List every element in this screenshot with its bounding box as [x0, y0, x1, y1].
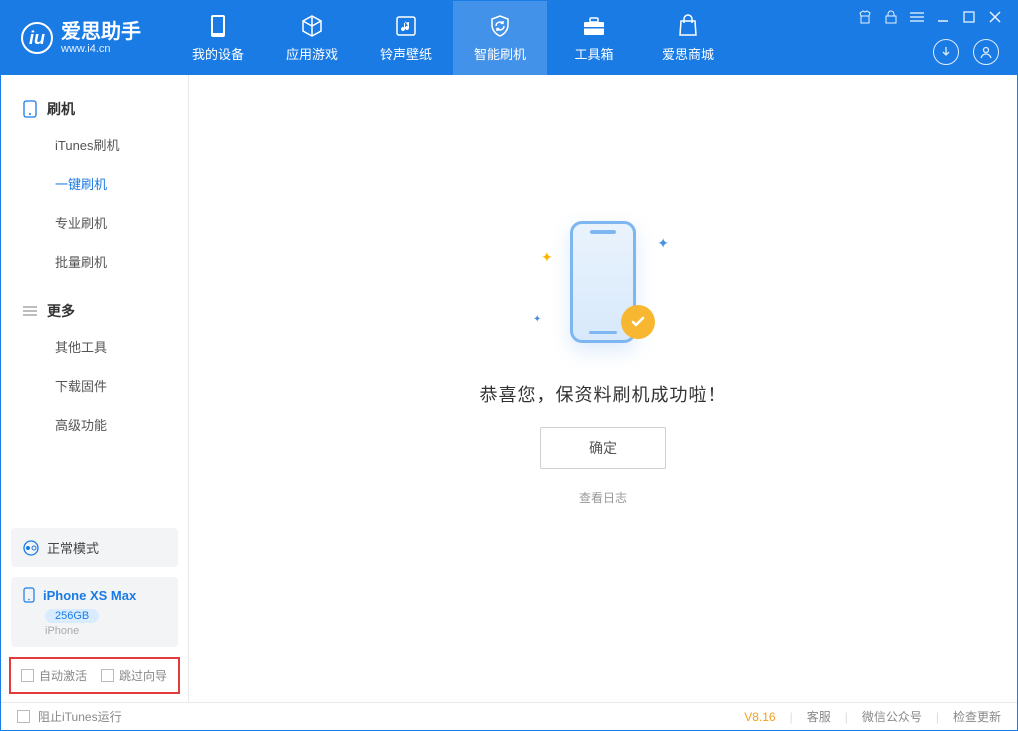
device-panel[interactable]: iPhone XS Max 256GB iPhone: [11, 577, 178, 647]
sidebar-item-itunes-flash[interactable]: iTunes刷机: [1, 125, 188, 164]
view-log-link[interactable]: 查看日志: [579, 489, 627, 506]
status-bar: 阻止iTunes运行 V8.16 | 客服 | 微信公众号 | 检查更新: [1, 702, 1017, 730]
device-type: iPhone: [45, 625, 166, 637]
download-button[interactable]: [933, 39, 959, 65]
toolbox-icon: [582, 14, 606, 38]
main-content: ✦ ✦ ✦ 恭喜您，保资料刷机成功啦！ 确定 查看日志: [189, 75, 1017, 702]
maximize-icon[interactable]: [961, 9, 977, 25]
refresh-shield-icon: [488, 14, 512, 38]
device-capacity: 256GB: [45, 609, 99, 623]
wechat-link[interactable]: 微信公众号: [862, 708, 922, 725]
window-controls: [857, 9, 1003, 25]
check-update-link[interactable]: 检查更新: [953, 708, 1001, 725]
logo-icon: iu: [21, 22, 53, 54]
block-itunes-checkbox[interactable]: 阻止iTunes运行: [17, 708, 122, 725]
phone-icon: [206, 14, 230, 38]
nav-flash[interactable]: 智能刷机: [453, 1, 547, 75]
flash-options: 自动激活 跳过向导: [9, 657, 180, 694]
version-label: V8.16: [744, 710, 775, 724]
sidebar-item-pro-flash[interactable]: 专业刷机: [1, 203, 188, 242]
music-icon: [394, 14, 418, 38]
header: iu 爱思助手 www.i4.cn 我的设备 应用游戏 铃声壁纸 智能刷机 工具…: [1, 1, 1017, 75]
phone-small-icon: [23, 587, 35, 603]
sidebar-item-download-firmware[interactable]: 下载固件: [1, 366, 188, 405]
nav-ringtones[interactable]: 铃声壁纸: [359, 1, 453, 75]
header-actions: [933, 39, 999, 65]
success-message: 恭喜您，保资料刷机成功啦！: [480, 381, 727, 407]
mode-icon: [23, 540, 39, 556]
sidebar-item-batch-flash[interactable]: 批量刷机: [1, 242, 188, 281]
skip-guide-checkbox[interactable]: 跳过向导: [101, 667, 167, 684]
auto-activate-checkbox[interactable]: 自动激活: [21, 667, 87, 684]
device-name: iPhone XS Max: [23, 587, 166, 603]
minimize-icon[interactable]: [935, 9, 951, 25]
shirt-icon[interactable]: [857, 9, 873, 25]
sidebar: 刷机 iTunes刷机 一键刷机 专业刷机 批量刷机 更多 其他工具 下载固件 …: [1, 75, 189, 702]
main-nav: 我的设备 应用游戏 铃声壁纸 智能刷机 工具箱 爱思商城: [171, 1, 735, 75]
sidebar-item-oneclick-flash[interactable]: 一键刷机: [1, 164, 188, 203]
bag-icon: [676, 14, 700, 38]
nav-my-device[interactable]: 我的设备: [171, 1, 265, 75]
cube-icon: [300, 14, 324, 38]
app-logo: iu 爱思助手 www.i4.cn: [21, 21, 141, 55]
list-icon: [23, 304, 37, 318]
close-icon[interactable]: [987, 9, 1003, 25]
mode-indicator[interactable]: 正常模式: [11, 528, 178, 567]
sidebar-item-other-tools[interactable]: 其他工具: [1, 327, 188, 366]
sparkle-icon: ✦: [533, 314, 541, 325]
app-subtitle: www.i4.cn: [61, 43, 141, 55]
sparkle-icon: ✦: [657, 235, 669, 252]
lock-icon[interactable]: [883, 9, 899, 25]
support-link[interactable]: 客服: [807, 708, 831, 725]
nav-toolbox[interactable]: 工具箱: [547, 1, 641, 75]
user-button[interactable]: [973, 39, 999, 65]
success-illustration: ✦ ✦ ✦: [523, 211, 683, 361]
check-badge-icon: [621, 305, 655, 339]
app-title: 爱思助手: [61, 21, 141, 43]
nav-store[interactable]: 爱思商城: [641, 1, 735, 75]
sidebar-section-more: 更多: [1, 295, 188, 327]
nav-apps[interactable]: 应用游戏: [265, 1, 359, 75]
sparkle-icon: ✦: [541, 249, 553, 266]
sidebar-item-advanced[interactable]: 高级功能: [1, 405, 188, 444]
sidebar-section-flash: 刷机: [1, 93, 188, 125]
menu-icon[interactable]: [909, 9, 925, 25]
ok-button[interactable]: 确定: [540, 427, 666, 469]
device-icon: [23, 100, 37, 118]
